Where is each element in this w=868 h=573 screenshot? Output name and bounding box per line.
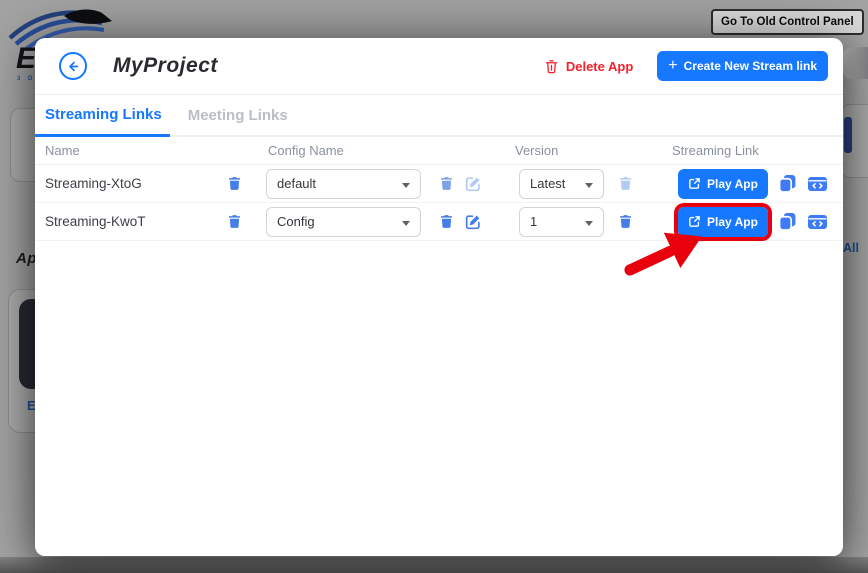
tab-bar: Streaming Links Meeting Links bbox=[35, 95, 843, 137]
delete-version-button[interactable] bbox=[616, 175, 634, 193]
modal-header: MyProject Delete App + Create New Stream… bbox=[35, 38, 843, 95]
header-actions: Delete App + Create New Stream link bbox=[544, 51, 828, 81]
project-modal: MyProject Delete App + Create New Stream… bbox=[35, 38, 843, 556]
background-card-right bbox=[840, 104, 868, 178]
version-select-value: Latest bbox=[530, 176, 565, 191]
delete-version-button[interactable] bbox=[616, 213, 634, 231]
column-header-name: Name bbox=[45, 143, 268, 158]
table-header: Name Config Name Version Streaming Link bbox=[35, 137, 843, 165]
page-footer-band bbox=[0, 557, 868, 573]
play-app-label: Play App bbox=[707, 215, 758, 229]
external-link-icon bbox=[688, 215, 701, 228]
config-actions bbox=[437, 213, 482, 231]
embed-code-icon bbox=[806, 174, 829, 194]
version-select[interactable]: 1 bbox=[519, 207, 604, 237]
delete-stream-button[interactable] bbox=[225, 175, 243, 193]
back-button[interactable] bbox=[59, 52, 87, 80]
version-select-value: 1 bbox=[530, 214, 537, 229]
create-button-label: Create New Stream link bbox=[684, 59, 817, 73]
view-all-link: All bbox=[843, 241, 859, 255]
embed-code-icon bbox=[806, 212, 829, 232]
table-row: Streaming-KwoT Config 1 Play App bbox=[35, 203, 843, 241]
tab-streaming-links[interactable]: Streaming Links bbox=[35, 95, 170, 137]
column-header-config-name: Config Name bbox=[268, 143, 515, 158]
arrow-left-icon bbox=[66, 59, 81, 74]
plus-icon: + bbox=[668, 58, 677, 74]
trash-icon bbox=[439, 176, 454, 191]
play-app-button[interactable]: Play App bbox=[678, 169, 768, 199]
stream-name: Streaming-XtoG bbox=[45, 176, 225, 191]
go-to-old-control-panel-button: Go To Old Control Panel bbox=[711, 9, 864, 35]
embed-code-button[interactable] bbox=[806, 174, 830, 194]
delete-app-label: Delete App bbox=[566, 59, 633, 74]
trash-icon bbox=[618, 214, 633, 229]
edit-config-button[interactable] bbox=[464, 213, 482, 231]
version-select[interactable]: Latest bbox=[519, 169, 604, 199]
delete-config-button[interactable] bbox=[437, 213, 455, 231]
copy-icon bbox=[778, 212, 797, 231]
user-menu-partial bbox=[843, 47, 868, 79]
page-title: MyProject bbox=[113, 54, 218, 78]
create-new-stream-link-button[interactable]: + Create New Stream link bbox=[657, 51, 828, 81]
config-select-value: default bbox=[277, 176, 316, 191]
edit-icon bbox=[465, 176, 481, 192]
background-blue-button-partial bbox=[844, 117, 852, 153]
logo-text: E bbox=[16, 42, 37, 76]
trash-icon bbox=[618, 176, 633, 191]
play-app-label: Play App bbox=[707, 177, 758, 191]
play-app-button[interactable]: Play App bbox=[678, 207, 768, 237]
config-select[interactable]: default bbox=[266, 169, 421, 199]
stream-name: Streaming-KwoT bbox=[45, 214, 225, 229]
trash-icon bbox=[439, 214, 454, 229]
column-header-version: Version bbox=[515, 143, 672, 158]
column-header-streaming-link: Streaming Link bbox=[672, 143, 843, 158]
copy-icon bbox=[778, 174, 797, 193]
copy-link-button[interactable] bbox=[778, 174, 798, 194]
delete-config-button[interactable] bbox=[437, 175, 455, 193]
config-select-value: Config bbox=[277, 214, 315, 229]
external-link-icon bbox=[688, 177, 701, 190]
logo-subtext: 3 D bbox=[17, 76, 35, 82]
tab-meeting-links[interactable]: Meeting Links bbox=[178, 95, 298, 135]
annotation-highlight-box: Play App bbox=[678, 207, 768, 237]
edit-icon bbox=[465, 214, 481, 230]
screen: E 3 D Go To Old Control Panel Apps All E… bbox=[0, 0, 868, 573]
embed-code-button[interactable] bbox=[806, 212, 830, 232]
edit-config-button[interactable] bbox=[464, 175, 482, 193]
config-actions bbox=[437, 175, 482, 193]
play-app-wrap: Play App bbox=[678, 169, 768, 199]
copy-link-button[interactable] bbox=[778, 212, 798, 232]
trash-icon bbox=[227, 176, 242, 191]
delete-stream-button[interactable] bbox=[225, 213, 243, 231]
trash-icon bbox=[227, 214, 242, 229]
table-row: Streaming-XtoG default Latest Pla bbox=[35, 165, 843, 203]
delete-app-button[interactable]: Delete App bbox=[544, 59, 633, 74]
config-select[interactable]: Config bbox=[266, 207, 421, 237]
trash-icon bbox=[544, 59, 559, 74]
